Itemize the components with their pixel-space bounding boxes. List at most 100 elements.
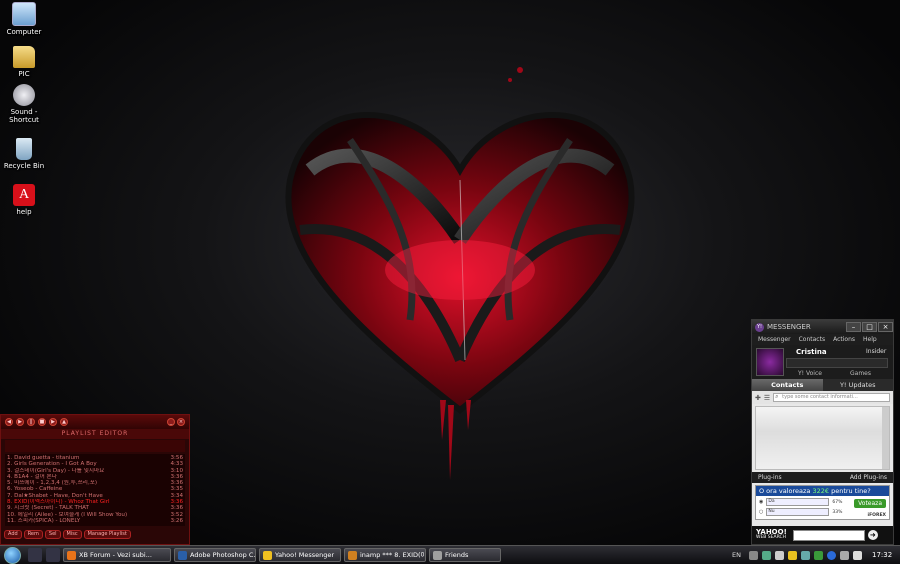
computer-icon [12, 2, 36, 26]
insider-link[interactable]: Insider [866, 348, 886, 355]
desktop-icon-label: PIC [18, 70, 30, 78]
taskbar-button[interactable]: inamp *** 8. EXID(이... [344, 548, 426, 562]
playlist-misc-button[interactable]: Misc [62, 530, 82, 539]
desktop-icon-pic[interactable]: PIC [2, 46, 46, 78]
track-title: 11. 스피카(SPICA) - LONELY [7, 517, 81, 524]
plugins-bar: Plug-ins Add Plug-ins [752, 472, 893, 483]
messenger-tray-icon[interactable] [788, 550, 797, 560]
games-button[interactable]: Games [850, 370, 871, 377]
desktop-icon-recycle-bin[interactable]: Recycle Bin [2, 138, 46, 170]
yahoo-logo-icon: Y! [755, 322, 764, 332]
avatar[interactable] [756, 348, 784, 376]
task-buttons: XB Forum - Vezi subi... Adobe Photoshop C… [60, 548, 501, 562]
list-view-icon[interactable]: ☰ [764, 394, 770, 402]
network-icon[interactable] [840, 550, 849, 560]
desktop-icon-computer[interactable]: Computer [2, 2, 46, 36]
poll-option-no[interactable]: ○ Nu 33% [759, 508, 842, 516]
menu-messenger[interactable]: Messenger [758, 336, 791, 343]
desktop-icon-help[interactable]: A help [2, 184, 46, 216]
status-input[interactable] [786, 358, 888, 368]
maximize-icon[interactable]: □ [862, 322, 877, 332]
sound-shortcut-icon [13, 84, 35, 106]
plugins-button[interactable]: Plug-ins [758, 474, 782, 481]
radio-icon[interactable]: ◉ [759, 499, 763, 505]
menu-contacts[interactable]: Contacts [799, 336, 825, 343]
eject-icon[interactable]: ▲ [60, 418, 68, 426]
add-plugins-button[interactable]: Add Plug-ins [850, 474, 887, 481]
taskbar-button[interactable]: Adobe Photoshop C... [174, 548, 256, 562]
language-indicator[interactable]: EN [732, 551, 741, 559]
playlist-item[interactable]: 11. 스피카(SPICA) - LONELY 3:26 [7, 518, 183, 524]
show-desktop-icon[interactable] [28, 548, 42, 562]
next-icon[interactable]: ▶ [49, 418, 57, 426]
messenger-titlebar: Y! MESSENGER – □ × [752, 320, 893, 334]
menu-actions[interactable]: Actions [833, 336, 855, 343]
prev-icon[interactable]: ◀ [5, 418, 13, 426]
poll-ad: O ora valoreaza 322€ pentru tine? ◉ Da 6… [755, 485, 890, 520]
web-search-input[interactable] [792, 529, 865, 541]
windows-logo-icon [3, 546, 21, 564]
contact-search-input[interactable]: type some contact informati... [773, 393, 890, 402]
recycle-bin-icon [16, 138, 32, 160]
heart-wallpaper [285, 67, 635, 480]
yahoo-web-search-logo: YAHOO! WEB SEARCH [756, 528, 787, 541]
taskbar-button[interactable]: Yahoo! Messenger [259, 548, 341, 562]
clock[interactable]: 17:32 [872, 551, 896, 559]
system-tray: EN 17:32 [732, 550, 900, 560]
desktop-icon-sound[interactable]: Sound - Shortcut [2, 84, 46, 124]
start-button[interactable] [0, 546, 24, 564]
menu-help[interactable]: Help [863, 336, 877, 343]
tab-updates[interactable]: Y! Updates [823, 379, 894, 391]
pause-icon[interactable]: ‖ [27, 418, 35, 426]
tray-icon[interactable] [814, 550, 823, 560]
folder-icon [13, 46, 35, 68]
tray-icon[interactable] [762, 550, 771, 560]
user-name[interactable]: Cristina [796, 348, 827, 356]
contact-list-scrollbar[interactable] [882, 407, 889, 469]
tab-contacts[interactable]: Contacts [752, 379, 823, 391]
playlist-buttons: Add Rem Sel Misc Manage Playlist [1, 528, 189, 541]
playlist-sel-button[interactable]: Sel [44, 530, 61, 539]
taskbar-button[interactable]: XB Forum - Vezi subi... [63, 548, 171, 562]
desktop-icon-label: Sound - Shortcut [9, 108, 39, 124]
window-title: MESSENGER [767, 323, 811, 331]
add-contact-icon[interactable]: ✚ [755, 394, 761, 402]
minimize-icon[interactable]: – [846, 322, 861, 332]
tray-icon[interactable] [749, 550, 758, 560]
bluetooth-icon[interactable] [827, 550, 836, 560]
desktop-icon-label: help [16, 208, 32, 216]
messenger-menubar: Messenger Contacts Actions Help [752, 334, 893, 345]
minimize-icon[interactable]: _ [167, 418, 175, 426]
quicklaunch-icon[interactable] [46, 548, 60, 562]
search-go-icon[interactable]: ➜ [867, 530, 878, 540]
track-duration: 3:26 [170, 517, 183, 524]
playlist-search-bar[interactable] [5, 440, 185, 452]
profile-area: Cristina Insider Y! Voice Games [752, 345, 893, 379]
winamp-controls: ◀ ▶ ‖ ■ ▶ ▲ _ × [1, 415, 189, 429]
playlist-add-button[interactable]: Add [4, 530, 22, 539]
tray-icon[interactable] [775, 550, 784, 560]
playlist: 1. David guetta - titanium 3:56 2. Girls G… [5, 454, 185, 526]
vote-button[interactable]: Voteaza [854, 499, 886, 508]
close-icon[interactable]: × [177, 418, 185, 426]
yahoo-messenger-window: Y! MESSENGER – □ × Messenger Contacts Ac… [751, 319, 894, 545]
playlist-rem-button[interactable]: Rem [23, 530, 43, 539]
desktop-icon-label: Recycle Bin [3, 162, 45, 170]
taskbar-button[interactable]: Friends [429, 548, 501, 562]
radio-icon[interactable]: ○ [759, 509, 763, 515]
ad-brand: iFOREX [867, 513, 886, 518]
taskbar: XB Forum - Vezi subi... Adobe Photoshop C… [0, 545, 900, 564]
poll-option-yes[interactable]: ◉ Da 67% [759, 498, 842, 506]
close-icon[interactable]: × [878, 322, 893, 332]
desktop-icon-label: Computer [6, 28, 42, 36]
play-icon[interactable]: ▶ [16, 418, 24, 426]
playlist-title: PLAYLIST EDITOR [1, 429, 189, 439]
tray-icon[interactable] [801, 550, 810, 560]
voice-button[interactable]: Y! Voice [798, 370, 822, 377]
contact-list[interactable] [755, 406, 890, 470]
volume-icon[interactable] [853, 550, 862, 560]
stop-icon[interactable]: ■ [38, 418, 46, 426]
messenger-tabs: Contacts Y! Updates [752, 379, 893, 391]
winamp-playlist-window: ◀ ▶ ‖ ■ ▶ ▲ _ × PLAYLIST EDITOR 1. David… [0, 414, 190, 545]
playlist-manage-playlist-button[interactable]: Manage Playlist [83, 530, 131, 539]
